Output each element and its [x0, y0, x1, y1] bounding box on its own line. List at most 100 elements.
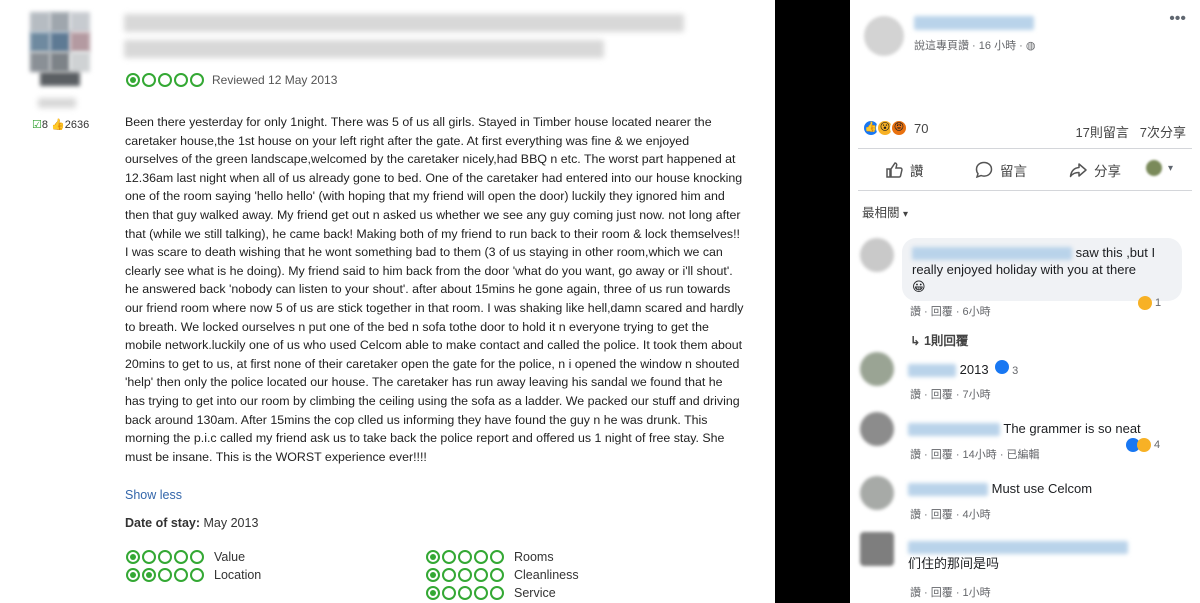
- bubble-filled-icon: [426, 550, 440, 564]
- more-options-icon[interactable]: •••: [1169, 10, 1186, 28]
- bubble-empty-icon: [142, 550, 156, 564]
- review-count: 8: [41, 119, 48, 131]
- comment-button[interactable]: 留言: [974, 160, 1027, 180]
- page-name-blurred[interactable]: [914, 16, 1034, 30]
- bubble-filled-icon: [126, 550, 140, 564]
- post-meta: 說這專頁讚 · 16 小時 · ◍: [914, 37, 1035, 53]
- commenter-avatar[interactable]: [860, 238, 894, 272]
- comment-text: 2013: [959, 362, 989, 377]
- comment-bubble: 2013 3: [902, 358, 1025, 382]
- bubble-filled-icon: [426, 568, 440, 582]
- smile-emoji-icon: 😀: [912, 279, 926, 294]
- review-body: Been there yesterday for only 1night. Th…: [125, 115, 744, 464]
- value-bubbles: [126, 550, 204, 564]
- bubble-empty-icon: [474, 550, 488, 564]
- reply-link-label: 1則回覆: [923, 334, 969, 348]
- bubble-empty-icon: [442, 586, 456, 600]
- reviewer-avatar[interactable]: [30, 12, 90, 86]
- review-title-blurred[interactable]: [124, 14, 684, 32]
- bubble-filled-icon: [126, 568, 140, 582]
- bubble-empty-icon: [474, 568, 488, 582]
- commenter-name-blurred[interactable]: [908, 423, 1000, 437]
- sub-rating-label: Service: [514, 586, 556, 600]
- sub-rating-label: Value: [214, 550, 246, 564]
- comment-text: Must use Celcom: [991, 481, 1093, 496]
- review-count-icon: ☑: [32, 119, 42, 131]
- sub-rating-cleanliness: Cleanliness: [426, 568, 579, 582]
- comment-actions[interactable]: 讚 · 回覆 · 6小時: [910, 303, 991, 319]
- bubble-empty-icon: [490, 550, 504, 564]
- like-button[interactable]: 讚: [884, 160, 924, 180]
- share-label: 分享: [1094, 164, 1121, 179]
- sub-rating-location: Location: [126, 568, 261, 582]
- globe-icon: ◍: [1025, 40, 1036, 52]
- comment-text: The grammer is so neat: [1003, 421, 1141, 436]
- bubble-empty-icon: [442, 568, 456, 582]
- bubble-empty-icon: [190, 73, 204, 87]
- bubble-empty-icon: [158, 568, 172, 582]
- view-replies-link[interactable]: ↳ 1則回覆: [910, 330, 968, 349]
- react-as-button[interactable]: ▾: [1146, 160, 1173, 176]
- facebook-post-panel: 說這專頁讚 · 16 小時 · ◍ ••• 👍 😮 😡 70 17則留言 7次分…: [850, 0, 1200, 603]
- comment-bubble: 们住的那间是吗: [902, 536, 1152, 574]
- reviewer-stats: ☑8 👍2636: [32, 118, 89, 131]
- date-of-stay-label: Date of stay:: [125, 516, 201, 530]
- service-bubbles: [426, 586, 504, 600]
- comment-actions[interactable]: 讚 · 回覆 · 14小時 · 已編輯: [910, 446, 1040, 462]
- comment-count[interactable]: 17則留言: [1075, 125, 1128, 140]
- sub-rating-label: Cleanliness: [514, 568, 579, 582]
- reply-arrow-icon: ↳: [910, 334, 921, 348]
- share-count[interactable]: 7次分享: [1140, 125, 1186, 140]
- black-divider: [775, 0, 850, 603]
- bubble-empty-icon: [190, 568, 204, 582]
- date-of-stay-value: May 2013: [203, 516, 259, 530]
- reviewer-location-blurred: [38, 98, 76, 108]
- comment-react-count: 1: [1155, 297, 1162, 309]
- haha-reaction-icon: [1138, 296, 1152, 310]
- commenter-avatar[interactable]: [860, 476, 894, 510]
- bubble-empty-icon: [190, 550, 204, 564]
- share-button[interactable]: 分享: [1068, 160, 1121, 180]
- comment-actions[interactable]: 讚 · 回覆 · 1小時: [910, 584, 991, 600]
- bubble-empty-icon: [458, 550, 472, 564]
- commenter-avatar[interactable]: [860, 532, 894, 566]
- bubble-empty-icon: [442, 550, 456, 564]
- reviewed-date: Reviewed 12 May 2013: [212, 73, 338, 87]
- commenter-name-blurred[interactable]: [908, 483, 988, 497]
- sub-rating-rooms: Rooms: [426, 550, 554, 564]
- overall-bubble-rating: [126, 73, 204, 87]
- helpful-count: 2636: [64, 119, 90, 131]
- comment-reactions[interactable]: 1: [1138, 296, 1161, 310]
- show-less-link[interactable]: Show less: [125, 488, 182, 502]
- like-label: 讚: [910, 164, 924, 179]
- commenter-name-blurred[interactable]: [908, 541, 1128, 555]
- bubble-empty-icon: [474, 586, 488, 600]
- sort-label: 最相關: [862, 206, 900, 220]
- comment-bubble: Must use Celcom: [902, 478, 1099, 499]
- commenter-avatar[interactable]: [860, 352, 894, 386]
- comment-bubble: The grammer is so neat: [902, 418, 1147, 439]
- bubble-filled-icon: [426, 586, 440, 600]
- commenter-avatar[interactable]: [860, 412, 894, 446]
- bubble-filled-icon: [142, 568, 156, 582]
- review-panel: ☑8 👍2636 Reviewed 12 May 2013 Been there…: [0, 0, 775, 603]
- commenter-name-blurred[interactable]: [908, 364, 956, 378]
- comment-actions[interactable]: 讚 · 回覆 · 4小時: [910, 506, 991, 522]
- commenter-name-blurred[interactable]: [912, 247, 1072, 261]
- thumb-up-icon: [886, 162, 903, 178]
- angry-reaction-icon: 😡: [890, 119, 908, 137]
- comment-sort[interactable]: 最相關 ▾: [862, 202, 908, 221]
- comment-reactions[interactable]: 4: [1126, 438, 1160, 452]
- page-avatar[interactable]: [864, 16, 904, 56]
- sub-rating-service: Service: [426, 586, 556, 600]
- bubble-empty-icon: [458, 568, 472, 582]
- bubble-empty-icon: [174, 550, 188, 564]
- comment-react-count: 3: [1012, 365, 1019, 377]
- review-rating-row: Reviewed 12 May 2013: [126, 73, 337, 87]
- reaction-summary[interactable]: 👍 😮 😡 70: [862, 119, 928, 137]
- comment-actions[interactable]: 讚 · 回覆 · 7小時: [910, 386, 991, 402]
- bubble-filled-icon: [126, 73, 140, 87]
- bubble-empty-icon: [142, 73, 156, 87]
- date-of-stay: Date of stay: May 2013: [125, 516, 258, 530]
- divider-line: [858, 148, 1192, 149]
